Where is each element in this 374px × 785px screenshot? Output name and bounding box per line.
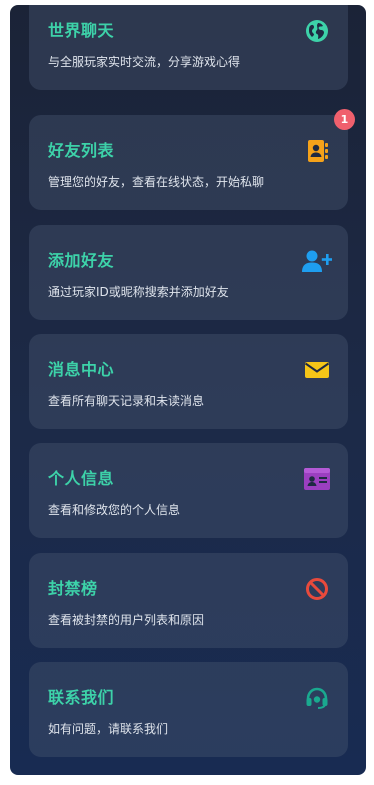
id-card-icon <box>304 466 330 492</box>
card-title: 封禁榜 <box>48 579 98 598</box>
add-user-icon <box>302 248 332 274</box>
card-title: 世界聊天 <box>48 21 115 40</box>
card-ban-list[interactable]: 封禁榜 查看被封禁的用户列表和原因 <box>29 553 348 648</box>
card-description: 管理您的好友，查看在线状态，开始私聊 <box>48 175 265 189</box>
globe-icon <box>304 18 330 44</box>
card-world-chat[interactable]: 世界聊天 与全服玩家实时交流，分享游戏心得 <box>29 5 348 90</box>
card-description: 查看所有聊天记录和未读消息 <box>48 394 205 408</box>
card-description: 查看和修改您的个人信息 <box>48 503 181 517</box>
card-message-center[interactable]: 消息中心 查看所有聊天记录和未读消息 <box>29 334 348 429</box>
card-title: 个人信息 <box>48 469 115 488</box>
card-description: 通过玩家ID或昵称搜索并添加好友 <box>48 285 229 299</box>
contacts-book-icon <box>304 138 330 164</box>
menu-panel: 世界聊天 与全服玩家实时交流，分享游戏心得 好友列表 管理您的好友，查看在线状态… <box>10 5 366 775</box>
card-title: 联系我们 <box>48 688 115 707</box>
envelope-icon <box>304 357 330 383</box>
card-add-friend[interactable]: 添加好友 通过玩家ID或昵称搜索并添加好友 <box>29 225 348 320</box>
card-description: 查看被封禁的用户列表和原因 <box>48 613 205 627</box>
card-description: 如有问题，请联系我们 <box>48 722 169 736</box>
card-title: 添加好友 <box>48 251 115 270</box>
ban-icon <box>304 576 330 602</box>
card-title: 好友列表 <box>48 141 115 160</box>
card-contact-us[interactable]: 联系我们 如有问题，请联系我们 <box>29 662 348 757</box>
notification-badge: 1 <box>334 109 355 130</box>
card-personal-info[interactable]: 个人信息 查看和修改您的个人信息 <box>29 443 348 538</box>
card-friend-list[interactable]: 好友列表 管理您的好友，查看在线状态，开始私聊 <box>29 115 348 210</box>
card-title: 消息中心 <box>48 360 115 379</box>
headset-icon <box>304 685 330 711</box>
card-description: 与全服玩家实时交流，分享游戏心得 <box>48 55 241 69</box>
